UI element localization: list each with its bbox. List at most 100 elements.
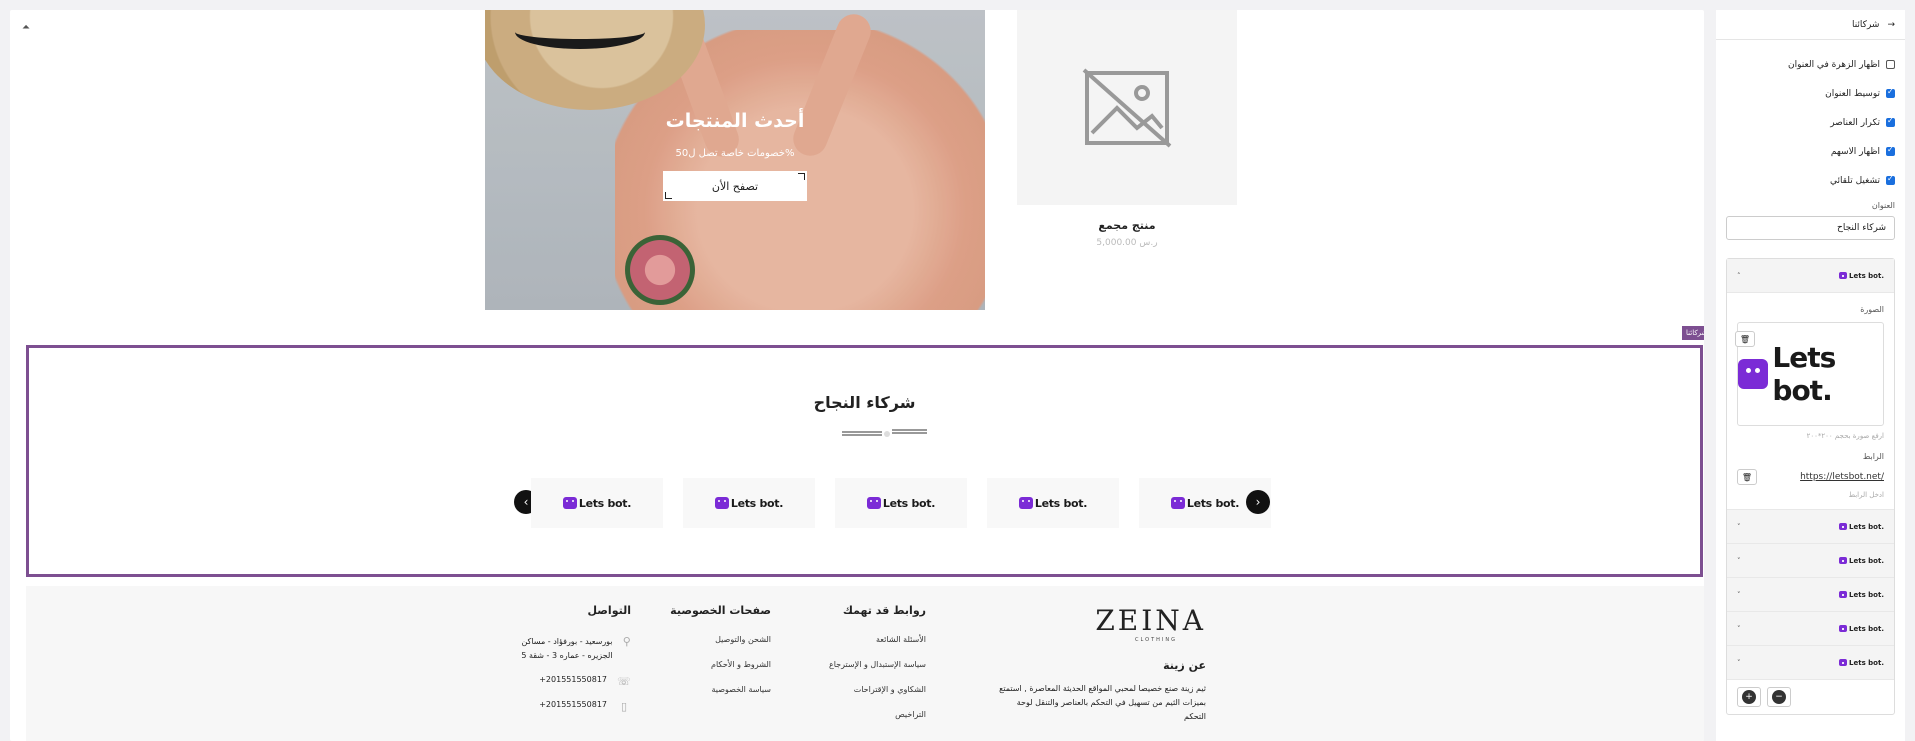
partner-item-header[interactable]: Lets bot. ˅ <box>1727 646 1894 680</box>
checkbox-repeat-items[interactable]: تكرار العناصر <box>1716 108 1905 137</box>
checkbox[interactable] <box>1886 145 1895 156</box>
footer-link-shipping[interactable]: الشحن والتوصيل <box>641 635 771 644</box>
partners-carousel[interactable]: ‹ Lets bot. Lets bot. Lets bot. Lets bot… <box>514 478 1271 528</box>
carousel-next-icon[interactable]: › <box>1246 490 1270 514</box>
footer-link-returns[interactable]: سياسة الإستبدال و الإسترجاع <box>786 660 926 669</box>
footer-link-faq[interactable]: الأسئلة الشائعة <box>786 635 926 644</box>
chevron-up-icon[interactable]: ˄ <box>1737 272 1741 280</box>
back-arrow-icon[interactable]: → <box>1887 20 1895 30</box>
partner-logo-card[interactable]: Lets bot. <box>531 478 663 528</box>
product-image-placeholder <box>1017 10 1237 205</box>
bot-logo-icon <box>714 497 729 509</box>
partner-logo-card[interactable]: Lets bot. <box>987 478 1119 528</box>
product-name[interactable]: منتج مجمع <box>1017 219 1237 232</box>
bot-logo-icon <box>1839 591 1848 598</box>
checkbox-center-title[interactable]: توسيط العنوان <box>1716 79 1905 108</box>
product-price: 5,000.00 ر.س <box>1096 238 1158 248</box>
contact-phone[interactable]: ☏ +201551550817 <box>501 675 631 688</box>
title-ornament-icon <box>842 429 927 437</box>
partner-logo-text: Lets bot. <box>882 496 936 510</box>
partners-section[interactable]: شركاء النجاح ‹ Lets bot. Lets bot. Lets … <box>26 345 1703 577</box>
checkbox-show-flower[interactable]: اظهار الزهرة في العنوان <box>1716 50 1905 79</box>
privacy-heading: صفحات الخصوصية <box>670 604 771 617</box>
browse-now-label: تصفح الأن <box>711 179 759 193</box>
footer-links: روابط قد تهمك الأسئلة الشائعة سياسة الإس… <box>786 604 926 735</box>
partners-title: شركاء النجاح <box>813 393 916 412</box>
contact-heading: التواصل <box>587 604 631 617</box>
browse-now-button[interactable]: تصفح الأن <box>663 171 807 201</box>
link-row: https://letsbot.net/ 🗑 <box>1727 465 1894 489</box>
about-text: ثيم زينة صنع خصيصا لمحبي المواقع الحديثة… <box>999 684 1206 721</box>
bot-logo-icon <box>1839 659 1848 666</box>
chevron-down-icon[interactable]: ˅ <box>1737 523 1741 531</box>
link-placeholder[interactable]: ادخل الرابط <box>1727 489 1894 501</box>
bot-logo-icon <box>562 497 577 509</box>
add-item-button[interactable]: + <box>1737 687 1761 707</box>
preview-canvas: ⏶ أحدث المنتجات خصومات خاصة تصل ل50% تصف… <box>10 10 1704 741</box>
bot-logo-icon <box>1018 497 1033 509</box>
partner-logo-text: Lets bot. <box>578 496 632 510</box>
banner-subtitle: خصومات خاصة تصل ل50% <box>675 148 795 159</box>
phone-icon: ☏ <box>617 675 631 688</box>
footer-privacy: صفحات الخصوصية الشحن والتوصيل الشروط و ا… <box>641 604 771 710</box>
delete-image-icon[interactable]: 🗑 <box>1735 331 1755 347</box>
checkbox[interactable] <box>1886 174 1895 185</box>
footer-link-licenses[interactable]: التراخيص <box>786 710 926 719</box>
partner-item-header[interactable]: Lets bot. ˅ <box>1727 612 1894 646</box>
chevron-down-icon[interactable]: ˅ <box>1737 659 1741 667</box>
bot-logo-icon <box>1839 272 1848 279</box>
footer-about: ZEINA CLOTHING عن زينة ثيم زينة صنع خصيص… <box>986 604 1206 724</box>
checkbox-autoplay[interactable]: تشغيل تلقائي <box>1716 166 1905 195</box>
settings-panel: → شركائنا اظهار الزهرة في العنوان توسيط … <box>1716 10 1905 741</box>
checkbox[interactable] <box>1886 116 1895 127</box>
minus-icon: − <box>1772 690 1786 704</box>
partner-item-header[interactable]: Lets bot. ˅ <box>1727 544 1894 578</box>
site-footer: ZEINA CLOTHING عن زينة ثيم زينة صنع خصيص… <box>26 586 1704 741</box>
checkbox[interactable] <box>1886 87 1895 98</box>
chevron-down-icon[interactable]: ˅ <box>1737 591 1741 599</box>
partner-logo-card[interactable]: Lets bot. <box>835 478 967 528</box>
list-actions: + − <box>1727 680 1894 714</box>
delete-link-icon[interactable]: 🗑 <box>1737 469 1757 485</box>
footer-link-complaints[interactable]: الشكاوي و الإقتراحات <box>786 685 926 694</box>
zeina-logo-sub: CLOTHING <box>1135 637 1177 643</box>
contact-address: ⚲ بورسعيد - بورفؤاد - مساكن الجزيره - عم… <box>521 635 631 660</box>
image-label: الصورة <box>1860 305 1884 314</box>
partner-logo-text: Lets bot. <box>730 496 784 510</box>
link-label: الرابط <box>1862 452 1884 461</box>
section-tag: شركائنا <box>1682 326 1704 340</box>
image-hint: ارفع صورة بحجم ٢٠٠*٢٠٠ <box>1806 432 1884 440</box>
partner-item-header[interactable]: Lets bot. ˅ <box>1727 578 1894 612</box>
partner-item-header[interactable]: Lets bot. ˅ <box>1727 510 1894 544</box>
plus-icon: + <box>1742 690 1756 704</box>
bot-logo-icon <box>866 497 881 509</box>
checkbox[interactable] <box>1886 60 1895 69</box>
partner-logo-text: Lets bot. <box>1034 496 1088 510</box>
chevron-down-icon[interactable]: ˅ <box>1737 557 1741 565</box>
product-card[interactable]: منتج مجمع 5,000.00 ر.س <box>1017 10 1237 248</box>
checkbox-show-arrows[interactable]: اظهار الاسهم <box>1716 137 1905 166</box>
partner-logo-card[interactable]: Lets bot. <box>683 478 815 528</box>
image-upload-box[interactable]: 🗑 Lets bot. <box>1735 322 1884 426</box>
panel-title: شركائنا <box>1851 19 1880 30</box>
bot-logo-icon <box>1839 523 1848 530</box>
footer-link-terms[interactable]: الشروط و الأحكام <box>641 660 771 669</box>
panel-header: → شركائنا <box>1716 10 1905 40</box>
contact-mobile[interactable]: ▯ +201551550817 <box>501 700 631 713</box>
location-icon: ⚲ <box>622 635 631 648</box>
collapse-icon[interactable]: ⏶ <box>22 22 30 33</box>
partner-item-header[interactable]: Lets bot. ˄ <box>1727 259 1894 293</box>
chevron-down-icon[interactable]: ˅ <box>1737 625 1741 633</box>
remove-item-button[interactable]: − <box>1767 687 1791 707</box>
title-label: العنوان <box>1871 201 1895 210</box>
footer-contact: التواصل ⚲ بورسعيد - بورفؤاد - مساكن الجز… <box>501 604 631 725</box>
about-heading: عن زينة <box>1163 659 1206 672</box>
link-value[interactable]: https://letsbot.net/ <box>1800 472 1884 482</box>
title-input[interactable]: شركاء النجاح <box>1726 216 1895 240</box>
partner-logo-text: Lets bot. <box>1186 496 1240 510</box>
partner-item-body: الصورة 🗑 Lets bot. ارفع صورة بحجم ٢٠٠*٢٠… <box>1727 293 1894 510</box>
partners-items-list: Lets bot. ˄ الصورة 🗑 Lets bot. ارفع صورة… <box>1726 258 1895 715</box>
bot-logo-icon <box>1839 557 1848 564</box>
bot-logo-icon <box>1738 359 1769 389</box>
footer-link-privacy[interactable]: سياسة الخصوصية <box>641 685 771 694</box>
